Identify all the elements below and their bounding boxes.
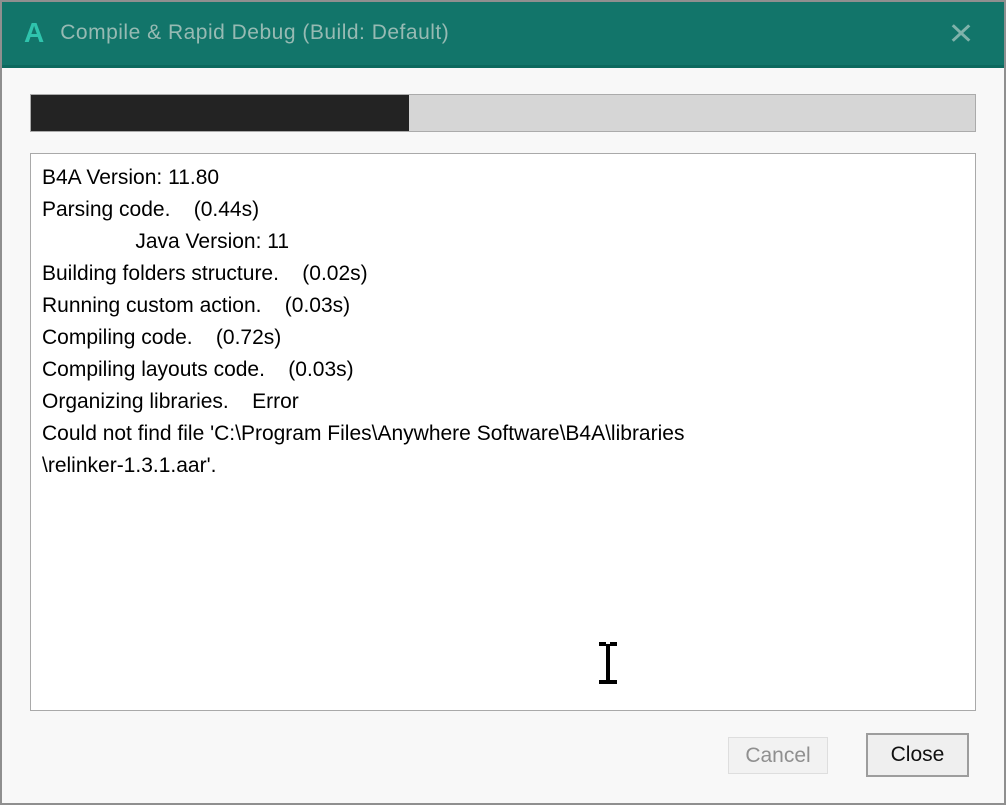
log-line: Could not find file 'C:\Program Files\An… xyxy=(42,418,964,450)
compile-progress-bar xyxy=(30,94,976,132)
close-button-label: Close xyxy=(891,743,945,767)
compile-log-textbox[interactable]: B4A Version: 11.80Parsing code. (0.44s) … xyxy=(30,153,976,711)
log-line: Parsing code. (0.44s) xyxy=(42,194,964,226)
log-line: Compiling code. (0.72s) xyxy=(42,322,964,354)
titlebar[interactable]: A Compile & Rapid Debug (Build: Default)… xyxy=(0,0,1006,68)
log-line: \relinker-1.3.1.aar'. xyxy=(42,450,964,482)
cancel-button-label: Cancel xyxy=(745,744,810,768)
window-title: Compile & Rapid Debug (Build: Default) xyxy=(60,21,449,45)
cancel-button[interactable]: Cancel xyxy=(728,737,828,774)
log-line: Building folders structure. (0.02s) xyxy=(42,258,964,290)
progress-fill xyxy=(31,95,409,131)
log-line: Java Version: 11 xyxy=(42,226,964,258)
close-icon: × xyxy=(949,13,974,52)
log-line: Running custom action. (0.03s) xyxy=(42,290,964,322)
log-line: Compiling layouts code. (0.03s) xyxy=(42,354,964,386)
close-window-button[interactable]: × xyxy=(930,0,992,65)
b4a-logo-icon: A xyxy=(24,19,44,47)
log-line: B4A Version: 11.80 xyxy=(42,162,964,194)
compile-debug-dialog: A Compile & Rapid Debug (Build: Default)… xyxy=(0,0,1006,805)
close-button[interactable]: Close xyxy=(866,733,969,777)
log-line: Organizing libraries. Error xyxy=(42,386,964,418)
